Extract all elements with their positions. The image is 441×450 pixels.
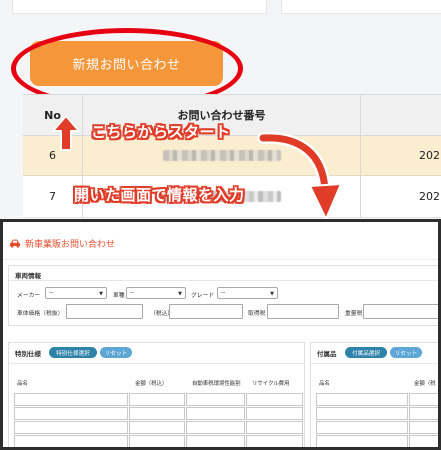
special-specs-section: 特別仕様 特別仕様選択 リセット 品名 金額（税込） 自動車税環境性能割 リサイ… [8, 342, 305, 447]
grade-select-value: -- [221, 289, 226, 296]
row-date: 202 [419, 149, 440, 162]
top-card-left [12, 0, 267, 14]
grid-row [14, 435, 304, 447]
grid-cell-input[interactable] [316, 421, 408, 434]
chevron-down-icon: ▼ [99, 291, 103, 297]
accessories-section: 付属品 付属品選択 リセット 品名 金額（税 [310, 342, 438, 447]
grid-row [316, 421, 438, 435]
grade-label: グレード [191, 293, 215, 299]
grid-cell-input[interactable] [14, 393, 128, 406]
special-specs-reset-button[interactable]: リセット [100, 347, 132, 358]
column-header: 品名 [319, 381, 330, 387]
divider [311, 363, 438, 364]
start-here-callout: こちらからスタート [91, 123, 231, 141]
accessories-grid [316, 393, 438, 447]
accessories-column-headers: 品名 金額（税 [311, 379, 438, 393]
grid-cell-input[interactable] [129, 421, 185, 434]
grid-row [316, 435, 438, 447]
grid-cell-input[interactable] [246, 435, 303, 447]
section-heading: 車両情報 [15, 272, 41, 280]
special-specs-grid [14, 393, 304, 447]
inquiry-form-screenshot: 新車業販お問い合わせ 車両情報 メーカー -- ▼ 車種 -- ▼ グレード -… [0, 219, 441, 450]
acquisition-tax-input[interactable] [267, 304, 339, 319]
special-specs-select-button[interactable]: 特別仕様選択 [49, 347, 97, 358]
section-heading: 特別仕様 [15, 350, 41, 358]
table-row[interactable]: 6 202 [23, 136, 441, 176]
column-header: 金額（税 [414, 381, 436, 387]
grid-cell-input[interactable] [409, 393, 438, 406]
table-header: No お問い合わせ番号 [23, 95, 441, 136]
column-header: リサイクル費用 [252, 381, 290, 387]
inquiry-table: No お問い合わせ番号 6 202 7 202 [23, 94, 441, 218]
section-heading: 付属品 [317, 350, 337, 358]
grid-cell-input[interactable] [316, 407, 408, 420]
grid-row [14, 421, 304, 435]
enter-info-callout: 開いた画面で情報を入力 [74, 186, 245, 204]
grid-cell-input[interactable] [129, 435, 185, 447]
grid-cell-input[interactable] [246, 421, 303, 434]
tax-included-input[interactable] [169, 304, 243, 319]
divider [3, 259, 438, 260]
grade-select[interactable]: -- ▼ [217, 287, 278, 299]
grid-row [316, 407, 438, 421]
top-card-right [281, 0, 441, 14]
curved-arrow-icon [257, 131, 342, 220]
column-header: 自動車税環境性能割 [192, 381, 241, 387]
grid-row [316, 393, 438, 407]
grid-cell-input[interactable] [246, 407, 303, 420]
column-header: 品名 [17, 381, 28, 387]
up-arrow-icon [52, 115, 80, 151]
grid-cell-input[interactable] [409, 421, 438, 434]
grid-cell-input[interactable] [246, 393, 303, 406]
form-title: 新車業販お問い合わせ [9, 237, 115, 250]
grid-cell-input[interactable] [409, 407, 438, 420]
body-price-label: 車体価格（税抜） [17, 311, 64, 317]
grid-cell-input[interactable] [14, 407, 128, 420]
grid-cell-input[interactable] [14, 421, 128, 434]
header-date [361, 95, 441, 135]
special-specs-column-headers: 品名 金額（税込） 自動車税環境性能割 リサイクル費用 [9, 379, 304, 393]
car-model-label: 車種 [113, 293, 125, 299]
maker-label: メーカー [17, 293, 41, 299]
accessories-select-button[interactable]: 付属品選択 [345, 347, 387, 358]
car-model-select-value: -- [130, 289, 135, 296]
weight-tax-input[interactable] [363, 304, 438, 319]
tutorial-screenshot: 新規お問い合わせ No お問い合わせ番号 6 202 7 202 こちらからスタ… [0, 0, 441, 450]
accessories-reset-button[interactable]: リセット [390, 347, 422, 358]
car-icon [10, 239, 20, 248]
divider [9, 280, 438, 281]
chevron-down-icon: ▼ [178, 291, 182, 297]
grid-cell-input[interactable] [129, 407, 185, 420]
car-model-select[interactable]: -- ▼ [126, 287, 186, 299]
body-price-input[interactable] [66, 304, 143, 319]
column-header: 金額（税込） [135, 381, 168, 387]
grid-cell-input[interactable] [186, 435, 245, 447]
maker-select-value: -- [49, 289, 54, 296]
row-date: 202 [419, 190, 440, 203]
chevron-down-icon: ▼ [270, 291, 274, 297]
weight-tax-label: 重量税 [345, 311, 363, 317]
grid-cell-input[interactable] [14, 435, 128, 447]
divider [9, 363, 304, 364]
grid-cell-input[interactable] [316, 435, 408, 447]
grid-cell-input[interactable] [316, 393, 408, 406]
grid-cell-input[interactable] [409, 435, 438, 447]
grid-cell-input[interactable] [129, 393, 185, 406]
grid-cell-input[interactable] [186, 421, 245, 434]
grid-row [14, 407, 304, 421]
vehicle-info-section: 車両情報 メーカー -- ▼ 車種 -- ▼ グレード -- ▼ 車体価格（税抜… [8, 265, 438, 326]
grid-cell-input[interactable] [186, 393, 245, 406]
grid-cell-input[interactable] [186, 407, 245, 420]
grid-row [14, 393, 304, 407]
acquisition-tax-label: 取得税 [248, 311, 266, 317]
form-title-text: 新車業販お問い合わせ [25, 240, 116, 250]
maker-select[interactable]: -- ▼ [45, 287, 107, 299]
